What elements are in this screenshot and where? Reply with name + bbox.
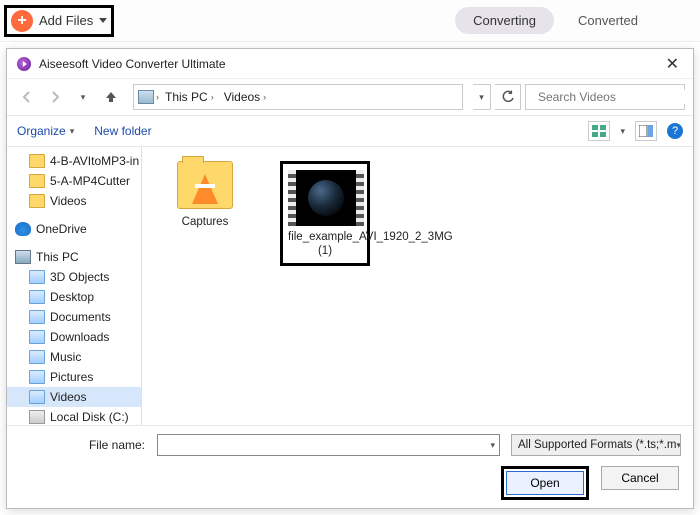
filename-input[interactable] xyxy=(157,434,500,456)
chevron-right-icon: › xyxy=(156,92,159,102)
folder-icon xyxy=(29,154,45,168)
pc-icon xyxy=(138,90,154,104)
folder-icon xyxy=(29,174,45,188)
view-mode-button[interactable] xyxy=(588,121,610,141)
breadcrumb-seg-thispc[interactable]: This PC› xyxy=(161,90,218,104)
folder-icon xyxy=(29,270,45,284)
pc-icon xyxy=(15,250,31,264)
folder-icon xyxy=(29,330,45,344)
open-button[interactable]: Open xyxy=(506,471,584,495)
folder-captures[interactable]: Captures xyxy=(160,161,250,229)
nav-tree[interactable]: 4-B-AVItoMP3-in 5-A-MP4Cutter Videos One… xyxy=(7,147,142,425)
filetype-select[interactable]: All Supported Formats (*.ts;*.m▾ xyxy=(511,434,681,456)
file-open-dialog: Aiseesoft Video Converter Ultimate ✕ ▾ ›… xyxy=(6,48,694,509)
nav-row: ▾ › This PC› Videos› ▾ xyxy=(7,79,693,115)
cancel-button[interactable]: Cancel xyxy=(601,466,679,490)
folder-icon xyxy=(29,290,45,304)
add-files-button[interactable]: + Add Files xyxy=(4,5,114,37)
folder-icon xyxy=(29,350,45,364)
file-label: Captures xyxy=(160,215,250,229)
help-icon[interactable]: ? xyxy=(667,123,683,139)
add-files-label: Add Files xyxy=(39,13,93,28)
chevron-down-icon xyxy=(99,18,107,23)
plus-icon: + xyxy=(11,10,33,32)
search-box[interactable] xyxy=(525,84,685,110)
folder-icon xyxy=(29,370,45,384)
preview-pane-button[interactable] xyxy=(635,121,657,141)
forward-button[interactable] xyxy=(43,85,67,109)
tree-item-thispc[interactable]: This PC xyxy=(7,247,141,267)
dialog-title: Aiseesoft Video Converter Ultimate xyxy=(39,57,662,71)
tree-item[interactable]: Music xyxy=(7,347,141,367)
app-tabs: Converting Converted xyxy=(455,7,656,34)
app-bar: + Add Files Converting Converted xyxy=(0,0,700,42)
up-button[interactable] xyxy=(99,85,123,109)
earth-icon xyxy=(308,180,344,216)
folder-icon xyxy=(29,390,45,404)
app-icon xyxy=(17,57,31,71)
tree-item-onedrive[interactable]: OneDrive xyxy=(7,219,141,239)
dialog-body: 4-B-AVItoMP3-in 5-A-MP4Cutter Videos One… xyxy=(7,147,693,425)
view-dropdown[interactable]: ▾ xyxy=(620,126,625,137)
toolbar: Organize ▾ New folder ▾ ? xyxy=(7,115,693,147)
chevron-down-icon: ▾ xyxy=(70,126,75,137)
open-button-highlight: Open xyxy=(501,466,589,500)
tree-item[interactable]: Documents xyxy=(7,307,141,327)
dialog-footer: File name: ▾ All Supported Formats (*.ts… xyxy=(7,425,693,508)
tree-item[interactable]: 3D Objects xyxy=(7,267,141,287)
file-video-selected[interactable]: file_example_AVI_1920_2_3MG (1) xyxy=(280,161,370,266)
drive-icon xyxy=(29,410,45,424)
back-button[interactable] xyxy=(15,85,39,109)
recent-dropdown[interactable]: ▾ xyxy=(71,85,95,109)
tree-item[interactable]: Pictures xyxy=(7,367,141,387)
tree-item[interactable]: 5-A-MP4Cutter xyxy=(7,171,141,191)
tree-item[interactable]: 4-B-AVItoMP3-in xyxy=(7,151,141,171)
folder-icon xyxy=(29,194,45,208)
folder-icon xyxy=(29,310,45,324)
tree-item-videos[interactable]: Videos xyxy=(7,387,141,407)
path-history-dropdown[interactable]: ▾ xyxy=(473,84,491,110)
folder-icon xyxy=(177,161,233,209)
organize-menu[interactable]: Organize ▾ xyxy=(17,124,74,138)
video-thumbnail xyxy=(288,170,364,226)
new-folder-button[interactable]: New folder xyxy=(94,124,151,138)
breadcrumb[interactable]: › This PC› Videos› xyxy=(133,84,463,110)
filename-label: File name: xyxy=(19,438,149,452)
search-input[interactable] xyxy=(538,90,693,104)
file-list[interactable]: Captures file_example_AVI_1920_2_3MG (1) xyxy=(142,147,693,425)
filename-dropdown[interactable]: ▾ xyxy=(490,440,495,451)
vlc-cone-icon xyxy=(192,174,218,204)
tab-converted[interactable]: Converted xyxy=(560,7,656,34)
tree-item[interactable]: Local Disk (C:) xyxy=(7,407,141,425)
dialog-titlebar: Aiseesoft Video Converter Ultimate ✕ xyxy=(7,49,693,79)
tab-converting[interactable]: Converting xyxy=(455,7,554,34)
tree-item[interactable]: Videos xyxy=(7,191,141,211)
close-icon[interactable]: ✕ xyxy=(662,54,683,74)
cloud-icon xyxy=(15,222,31,236)
tree-item[interactable]: Downloads xyxy=(7,327,141,347)
breadcrumb-seg-videos[interactable]: Videos› xyxy=(220,90,270,104)
file-label: file_example_AVI_1920_2_3MG (1) xyxy=(288,230,362,259)
tree-item[interactable]: Desktop xyxy=(7,287,141,307)
refresh-button[interactable] xyxy=(495,84,521,110)
